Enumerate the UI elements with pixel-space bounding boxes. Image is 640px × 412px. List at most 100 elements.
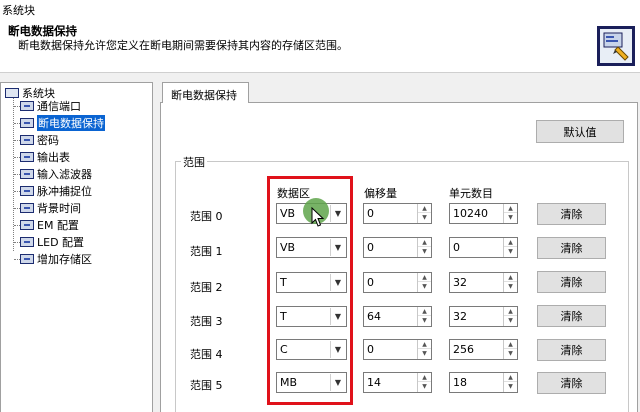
title-bar: 系统块: [0, 0, 640, 18]
spin-down-icon[interactable]: ▼: [504, 382, 517, 391]
spin-up-icon[interactable]: ▲: [418, 204, 431, 213]
range-1-offset-value: 0: [367, 241, 374, 254]
settings-tree[interactable]: 系统块 通信端口 断电数据保持 密码 输出表 输入滤波器 脉冲捕捉位 背景时间 …: [0, 82, 153, 412]
module-icon: [20, 169, 34, 179]
range-1-label: 范围 1: [190, 245, 223, 258]
range-3-offset-stepper[interactable]: 64 ▲ ▼: [363, 306, 432, 327]
range-0-offset-stepper[interactable]: 0 ▲ ▼: [363, 203, 432, 224]
module-icon: [20, 254, 34, 264]
tree-item-output-table[interactable]: 输出表: [20, 149, 70, 165]
range-3-offset-value: 64: [367, 310, 381, 323]
spin-up-icon[interactable]: ▲: [504, 307, 517, 316]
range-0-label: 范围 0: [190, 210, 223, 223]
spin-up-icon[interactable]: ▲: [504, 373, 517, 382]
module-icon: [20, 135, 34, 145]
spin-up-icon[interactable]: ▲: [504, 340, 517, 349]
spin-down-icon[interactable]: ▼: [418, 247, 431, 256]
spin-down-icon[interactable]: ▼: [504, 213, 517, 222]
tree-item-em-config[interactable]: EM 配置: [20, 217, 79, 233]
module-icon: [20, 118, 34, 128]
window-title: 系统块: [2, 4, 35, 17]
module-icon: [20, 203, 34, 213]
spin-up-icon[interactable]: ▲: [418, 307, 431, 316]
range-5-label: 范围 5: [190, 379, 223, 392]
tab-retentive[interactable]: 断电数据保持: [162, 82, 249, 103]
spin-down-icon[interactable]: ▼: [418, 213, 431, 222]
spin-down-icon[interactable]: ▼: [504, 282, 517, 291]
default-button[interactable]: 默认值: [536, 120, 624, 143]
tree-item-label: 通信端口: [37, 100, 81, 113]
range-1-clear-button[interactable]: 清除: [537, 237, 606, 259]
range-3-clear-button[interactable]: 清除: [537, 305, 606, 327]
system-block-icon: [597, 26, 635, 66]
system-block-tree-icon: [5, 88, 19, 98]
page-description: 断电数据保持允许您定义在断电期间需要保持其内容的存储区范围。: [18, 39, 348, 52]
module-icon: [20, 220, 34, 230]
tree-item-label: 背景时间: [37, 202, 81, 215]
tree-item-label: 密码: [37, 134, 59, 147]
range-5-count-value: 18: [453, 376, 467, 389]
range-1-count-stepper[interactable]: 0 ▲ ▼: [449, 237, 518, 258]
range-3-count-stepper[interactable]: 32 ▲ ▼: [449, 306, 518, 327]
module-icon: [20, 186, 34, 196]
tree-item-comm-port[interactable]: 通信端口: [20, 98, 81, 114]
spin-down-icon[interactable]: ▼: [504, 316, 517, 325]
tab-label: 断电数据保持: [171, 89, 237, 102]
tree-item-label: 断电数据保持: [37, 115, 105, 131]
range-1-offset-stepper[interactable]: 0 ▲ ▼: [363, 237, 432, 258]
range-0-count-value: 10240: [453, 207, 488, 220]
range-4-count-stepper[interactable]: 256 ▲ ▼: [449, 339, 518, 360]
spin-up-icon[interactable]: ▲: [418, 373, 431, 382]
range-5-count-stepper[interactable]: 18 ▲ ▼: [449, 372, 518, 393]
tree-item-label: 脉冲捕捉位: [37, 185, 92, 198]
range-0-count-stepper[interactable]: 10240 ▲ ▼: [449, 203, 518, 224]
tree-item-led-config[interactable]: LED 配置: [20, 234, 84, 250]
cursor-icon: [311, 207, 325, 227]
tree-item-input-filter[interactable]: 输入滤波器: [20, 166, 92, 182]
range-2-label: 范围 2: [190, 281, 223, 294]
spin-up-icon[interactable]: ▲: [504, 204, 517, 213]
spin-up-icon[interactable]: ▲: [504, 273, 517, 282]
tree-item-add-memory[interactable]: 增加存储区: [20, 251, 92, 267]
range-3-count-value: 32: [453, 310, 467, 323]
spin-up-icon[interactable]: ▲: [504, 238, 517, 247]
range-4-clear-button[interactable]: 清除: [537, 339, 606, 361]
module-icon: [20, 101, 34, 111]
range-4-label: 范围 4: [190, 348, 223, 361]
range-2-offset-value: 0: [367, 276, 374, 289]
range-2-count-stepper[interactable]: 32 ▲ ▼: [449, 272, 518, 293]
spin-down-icon[interactable]: ▼: [504, 247, 517, 256]
module-icon: [20, 237, 34, 247]
module-icon: [20, 152, 34, 162]
range-0-clear-button[interactable]: 清除: [537, 203, 606, 225]
spin-up-icon[interactable]: ▲: [418, 238, 431, 247]
tree-item-label: EM 配置: [37, 219, 79, 232]
spin-down-icon[interactable]: ▼: [418, 316, 431, 325]
page-header: 断电数据保持 断电数据保持允许您定义在断电期间需要保持其内容的存储区范围。: [0, 18, 640, 73]
range-5-clear-button[interactable]: 清除: [537, 372, 606, 394]
tree-item-background-time[interactable]: 背景时间: [20, 200, 81, 216]
spin-up-icon[interactable]: ▲: [418, 273, 431, 282]
spin-up-icon[interactable]: ▲: [418, 340, 431, 349]
range-5-offset-value: 14: [367, 376, 381, 389]
range-1-count-value: 0: [453, 241, 460, 254]
range-3-label: 范围 3: [190, 315, 223, 328]
spin-down-icon[interactable]: ▼: [418, 349, 431, 358]
spin-down-icon[interactable]: ▼: [418, 382, 431, 391]
tree-item-retentive[interactable]: 断电数据保持: [20, 115, 105, 131]
tree-item-label: 增加存储区: [37, 253, 92, 266]
range-4-offset-stepper[interactable]: 0 ▲ ▼: [363, 339, 432, 360]
range-2-clear-button[interactable]: 清除: [537, 271, 606, 293]
range-5-offset-stepper[interactable]: 14 ▲ ▼: [363, 372, 432, 393]
tree-item-password[interactable]: 密码: [20, 132, 59, 148]
tree-item-label: 输出表: [37, 151, 70, 164]
range-2-count-value: 32: [453, 276, 467, 289]
tree-item-label: 输入滤波器: [37, 168, 92, 181]
spin-down-icon[interactable]: ▼: [504, 349, 517, 358]
spin-down-icon[interactable]: ▼: [418, 282, 431, 291]
range-2-offset-stepper[interactable]: 0 ▲ ▼: [363, 272, 432, 293]
tree-item-label: LED 配置: [37, 236, 85, 249]
tree-item-pulse-catch[interactable]: 脉冲捕捉位: [20, 183, 92, 199]
range-4-offset-value: 0: [367, 343, 374, 356]
range-4-count-value: 256: [453, 343, 474, 356]
